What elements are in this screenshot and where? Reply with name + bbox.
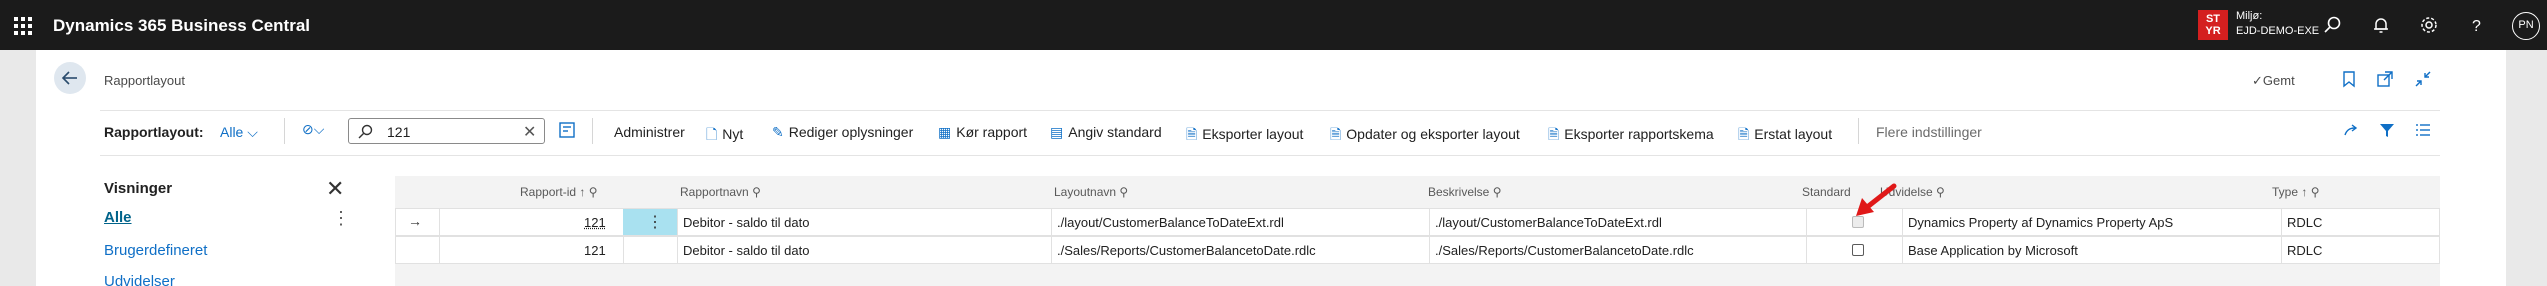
filter-icon[interactable] [2378,121,2396,139]
filter-pane-icon[interactable] [558,121,576,139]
views-title: Visninger [104,180,173,197]
action-set-default[interactable]: ▤ Angiv standard [1050,124,1162,141]
current-row-arrow-icon: → [408,213,422,229]
search-icon: ⚲ [752,185,761,199]
environment-label: Miljø: [2236,10,2263,22]
action-replace-layout[interactable]: 🗎 Erstat layout [1738,124,1832,148]
export-schema-icon: 🗎 [1548,126,1560,142]
more-options-icon[interactable]: ⋮ [332,208,350,229]
clear-search-icon[interactable]: ✕ [523,122,536,142]
search-box[interactable]: ✕ [348,118,545,144]
replace-icon: 🗎 [1738,126,1750,142]
set-default-icon: ▤ [1050,124,1064,140]
action-new[interactable]: 🗋 Nyt [706,124,743,148]
view-label: Rapportlayout: [104,124,204,140]
column-header-description[interactable]: Beskrivelse ⚲ [1428,185,1502,199]
table-row[interactable]: 121 Debitor - saldo til dato ./Sales/Rep… [395,236,2440,264]
view-item-custom[interactable]: Brugerdefineret [104,242,207,259]
help-icon[interactable]: ? [2466,14,2488,36]
more-options-icon: ⋮ [647,214,663,231]
cell-report-id[interactable]: 121 [584,215,606,230]
view-select[interactable]: Alle ⌵ [220,124,258,141]
action-export-schema[interactable]: 🗎 Eksporter rapportskema [1548,124,1714,148]
cell-type: RDLC [2287,243,2323,258]
new-icon: 🗋 [706,126,718,142]
page-title: Rapportlayout [104,73,185,88]
back-button[interactable] [54,62,86,94]
cell-extension: Base Application by Microsoft [1908,243,2078,258]
cell-report-name: Debitor - saldo til dato [683,243,810,258]
filter-toggle-icon[interactable]: ⊘⌵ [302,121,324,138]
svg-text:?: ? [2472,18,2481,35]
cell-layout-name: ./Sales/Reports/CustomerBalancetoDate.rd… [1057,243,1316,258]
column-header-default[interactable]: Standard [1802,185,1851,199]
action-export-layout[interactable]: 🗎 Eksporter layout [1186,124,1303,148]
cell-description: ./Sales/Reports/CustomerBalancetoDate.rd… [1435,243,1694,258]
search-icon: ⚲ [588,185,598,199]
action-manage[interactable]: Administrer [614,124,685,140]
bookmark-icon[interactable] [2340,70,2358,88]
app-bar: Dynamics 365 Business Central ST YR Miljø… [0,0,2547,50]
cell-description: ./layout/CustomerBalanceToDateExt.rdl [1435,215,1662,230]
column-header-type[interactable]: Type ↑ ⚲ [2272,185,2319,199]
update-export-icon: 🗎 [1330,126,1342,142]
search-icon: ⚲ [1492,185,1502,199]
divider [1858,118,1859,144]
cell-layout-name: ./layout/CustomerBalanceToDateExt.rdl [1057,215,1284,230]
view-item-all[interactable]: Alle [104,209,132,226]
app-title[interactable]: Dynamics 365 Business Central [53,16,310,36]
action-edit-details[interactable]: ✎ Rediger oplysninger [772,124,913,141]
action-more-options[interactable]: Flere indstillinger [1876,124,1982,140]
open-new-window-icon[interactable] [2376,70,2394,88]
run-report-icon: ▦ [938,124,952,140]
annotation-arrow-icon [1856,183,1897,216]
search-icon[interactable] [2322,14,2344,36]
export-icon: 🗎 [1186,126,1198,142]
search-icon: ⚲ [2310,185,2320,199]
column-header-layout-name[interactable]: Layoutnavn ⚲ [1054,185,1128,199]
app-launcher-icon[interactable] [14,17,32,35]
collapse-icon[interactable] [2414,70,2432,88]
saved-status: ✓Gemt [2252,73,2295,88]
divider [284,118,285,144]
search-icon: ⚲ [1119,185,1129,199]
search-input[interactable] [387,123,517,140]
cell-type: RDLC [2287,215,2323,230]
row-action-menu[interactable]: ⋮ [623,209,677,235]
gear-icon[interactable] [2418,14,2440,36]
edit-icon: ✎ [772,124,784,140]
column-header-report-id[interactable]: Rapport-id ↑ ⚲ [520,185,598,199]
divider [100,155,2440,156]
arrow-left-icon [61,71,77,85]
action-update-export-layout[interactable]: 🗎 Opdater og eksporter layout [1330,124,1520,148]
chevron-down-icon: ⌵ [247,124,258,140]
close-icon[interactable]: ✕ [326,176,344,202]
divider [592,118,593,144]
table-row[interactable]: → 121 ⋮ Debitor - saldo til dato ./layou… [395,208,2440,236]
list-view-icon[interactable] [2414,121,2432,139]
cell-report-name: Debitor - saldo til dato [683,215,810,230]
view-item-extensions[interactable]: Udvidelser [104,273,175,286]
action-run-report[interactable]: ▦ Kør rapport [938,124,1027,141]
share-icon[interactable] [2342,121,2360,139]
environment-value: EJD-DEMO-EXE [2236,25,2320,37]
check-icon: ✓ [2252,73,2263,88]
default-checkbox[interactable] [1852,244,1864,256]
search-icon [358,124,373,139]
avatar[interactable]: PN [2512,12,2540,40]
cell-extension: Dynamics Property af Dynamics Property A… [1908,215,2174,230]
column-header-report-name[interactable]: Rapportnavn ⚲ [680,185,761,199]
cell-report-id[interactable]: 121 [584,243,606,258]
divider [100,110,2440,111]
search-icon: ⚲ [1936,185,1945,199]
environment-badge[interactable]: ST YR [2198,10,2228,40]
bell-icon[interactable] [2370,14,2392,36]
